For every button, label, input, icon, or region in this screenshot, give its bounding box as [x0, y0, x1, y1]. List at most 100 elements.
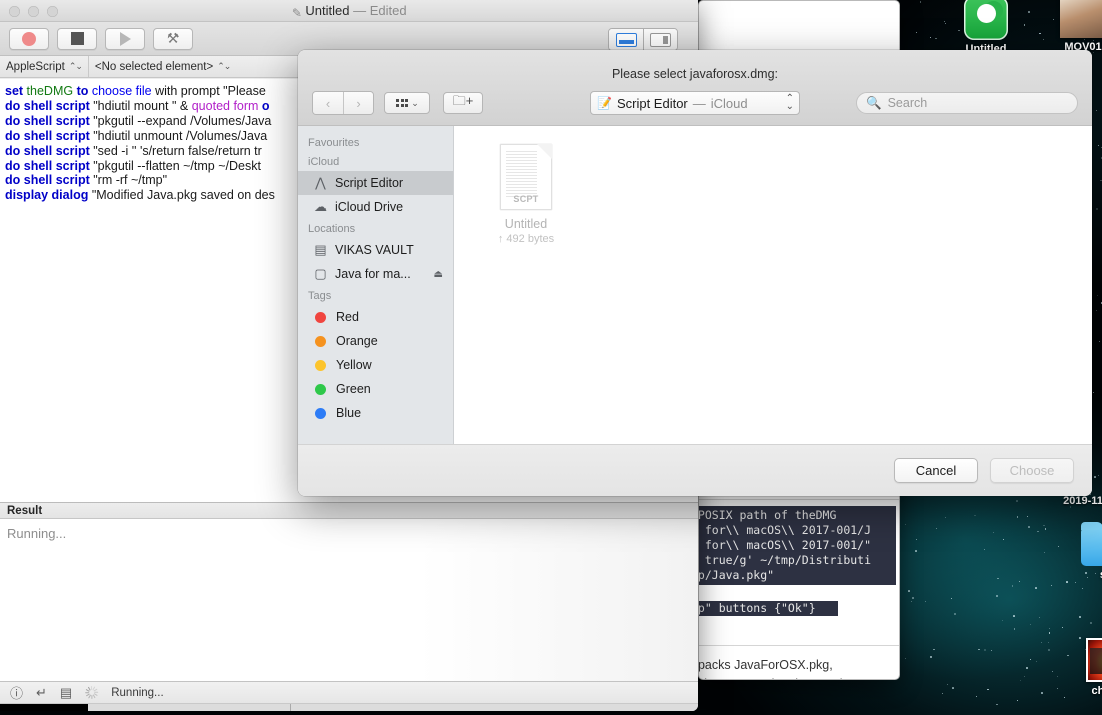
- sidebar-item-label: Green: [336, 382, 371, 396]
- zoom-button[interactable]: [47, 6, 58, 17]
- chevron-updown-icon: ⌃⌄: [785, 93, 794, 112]
- file-type-badge: SCPT: [513, 194, 539, 204]
- desktop-icon-sc[interactable]: sc: [1063, 522, 1102, 582]
- status-bar[interactable]: ⓘ ↵ ▤ Running...: [0, 681, 698, 703]
- back-button[interactable]: ‹: [313, 92, 343, 114]
- view-mode-segmented-control[interactable]: [608, 28, 678, 51]
- sidebar-section-header: Locations: [308, 223, 356, 235]
- compile-button[interactable]: ⚒: [153, 27, 193, 50]
- result-header: Result: [0, 502, 698, 519]
- location-app: Script Editor: [616, 95, 688, 111]
- location-dash: —: [692, 95, 706, 111]
- result-body: Running...: [0, 519, 698, 685]
- code-token: do shell script: [5, 128, 90, 143]
- movie-thumbnail-icon: [1060, 0, 1102, 38]
- run-button[interactable]: [105, 27, 145, 50]
- close-button[interactable]: [9, 6, 20, 17]
- sidebar-item-java-for-ma[interactable]: ▢ Java for ma... ⏏: [298, 262, 453, 286]
- code-token: "pkgutil --flatten ~/tmp ~/Deskt: [89, 158, 261, 173]
- code-token: "Modified Java.pkg saved on des: [88, 188, 275, 203]
- hammer-icon: ⚒: [166, 30, 180, 46]
- forward-button[interactable]: ›: [343, 92, 373, 114]
- code-token: quoted form: [191, 98, 262, 113]
- cancel-button[interactable]: Cancel: [894, 458, 978, 483]
- code-token: with prompt: [151, 84, 224, 98]
- script-editor-icon: 📝: [597, 96, 612, 110]
- sidebar-item-label: VIKAS VAULT: [335, 243, 414, 257]
- sidebar-item-icloud-drive[interactable]: ☁ iCloud Drive: [298, 195, 453, 219]
- code-token: "hdiutil mount " &: [89, 98, 192, 113]
- document-name: Untitled: [305, 3, 350, 18]
- choose-button[interactable]: Choose: [990, 458, 1074, 483]
- desktop-icon-label: chopp: [1091, 685, 1102, 697]
- desktop-icon-chopp[interactable]: chopp: [1065, 638, 1102, 698]
- desktop-icon-untitled[interactable]: Untitled: [943, 0, 1029, 56]
- window-titlebar[interactable]: Untitled — Edited: [0, 0, 698, 22]
- desktop-icon-label: 2019-11: [1063, 495, 1102, 507]
- eject-icon[interactable]: ⏏: [434, 269, 443, 280]
- code-token: do shell script: [5, 173, 90, 188]
- doc-lines: [506, 151, 537, 199]
- disk-icon: ▢: [314, 266, 327, 281]
- background-code-block-2: op" buttons {"Ok"}: [699, 601, 838, 616]
- sidebar-item-blue[interactable]: Blue: [298, 401, 453, 425]
- code-token: set: [5, 84, 27, 98]
- sidebar-section-header: iCloud: [308, 156, 340, 168]
- element-popup[interactable]: <No selected element> ⌃⌄: [89, 56, 236, 77]
- sidebar-item-orange[interactable]: Orange: [298, 329, 453, 353]
- view-options-button[interactable]: ⌄: [384, 92, 430, 114]
- stop-icon: [70, 32, 84, 45]
- desktop-icon-label: sc: [1063, 569, 1102, 582]
- dialog-sidebar[interactable]: Favourites iCloud ⋀ Script Editor ☁ iCloud Dr…: [298, 126, 454, 444]
- code-token: "pkgutil --expand /Volumes/Java: [89, 113, 272, 128]
- view-split-button[interactable]: [643, 29, 677, 50]
- sidebar-item-label: Yellow: [336, 358, 372, 372]
- tag-color-dot: [315, 311, 326, 323]
- sidebar-item-label: Script Editor: [335, 176, 404, 190]
- code-token: do shell script: [5, 113, 90, 128]
- dialog-toolbar[interactable]: ‹ › ⌄ 🗀+ 📝 Script Editor — iCloud ⌃ ⌄ 🔍 …: [298, 86, 1092, 120]
- location-popup-button[interactable]: 📝 Script Editor — iCloud ⌃ ⌄: [590, 91, 800, 115]
- view-standard-button[interactable]: [609, 29, 643, 50]
- sidebar-item-green[interactable]: Green: [298, 377, 453, 401]
- sidebar-item-red[interactable]: Red: [298, 305, 453, 329]
- image-thumbnail-icon: [1086, 638, 1102, 682]
- sidebar-item-label: Blue: [336, 406, 362, 420]
- new-folder-button[interactable]: 🗀+: [443, 92, 483, 114]
- file-item[interactable]: SCPT Untitled ↑ 492 bytes: [480, 144, 572, 245]
- desktop-icon-mov01[interactable]: MOV01: [1040, 0, 1102, 54]
- stop-button[interactable]: [57, 27, 97, 50]
- code-token: do shell script: [5, 158, 90, 173]
- file-browser-area[interactable]: SCPT Untitled ↑ 492 bytes: [454, 126, 1092, 444]
- script-editor-icon: ⋀: [315, 175, 326, 190]
- sidebar-section-header: Favourites: [308, 137, 360, 149]
- file-picker-dialog[interactable]: Please select javaforosx.dmg: ‹ › ⌄ 🗀+ 📝…: [298, 50, 1092, 496]
- sidebar-item-label: Java for ma...: [335, 267, 411, 281]
- navigation-buttons[interactable]: ‹ ›: [312, 91, 374, 115]
- progress-spinner-icon: [85, 686, 99, 699]
- return-icon[interactable]: ↵: [36, 685, 47, 701]
- standard-view-icon: [615, 32, 637, 47]
- document-icon: [291, 2, 302, 15]
- list-icon[interactable]: ▤: [60, 685, 72, 701]
- search-field[interactable]: 🔍 Search: [856, 92, 1078, 114]
- tag-color-dot: [315, 407, 326, 419]
- language-popup[interactable]: AppleScript ⌃⌄: [0, 56, 89, 77]
- window-controls[interactable]: [9, 6, 58, 17]
- location-name: iCloud: [710, 95, 748, 111]
- sidebar-item-label: iCloud Drive: [335, 200, 404, 214]
- sidebar-item-vikas-vault[interactable]: ▤ VIKAS VAULT: [298, 238, 453, 262]
- minimize-button[interactable]: [28, 6, 39, 17]
- info-icon[interactable]: ⓘ: [10, 683, 23, 702]
- desktop-icon-2019-11[interactable]: 2019-11: [1040, 495, 1102, 508]
- sidebar-item-yellow[interactable]: Yellow: [298, 353, 453, 377]
- code-token: "hdiutil unmount /Volumes/Java: [89, 128, 268, 143]
- record-button[interactable]: [9, 27, 49, 50]
- code-token: theDMG: [26, 84, 74, 98]
- sidebar-item-script-editor[interactable]: ⋀ Script Editor: [298, 171, 453, 195]
- dialog-footer[interactable]: Cancel Choose: [298, 444, 1092, 496]
- dialog-prompt: Please select javaforosx.dmg:: [611, 67, 779, 81]
- script-document-icon: SCPT: [500, 144, 552, 210]
- code-token: do shell script: [5, 98, 90, 113]
- cloud-icon: ☁: [314, 199, 327, 214]
